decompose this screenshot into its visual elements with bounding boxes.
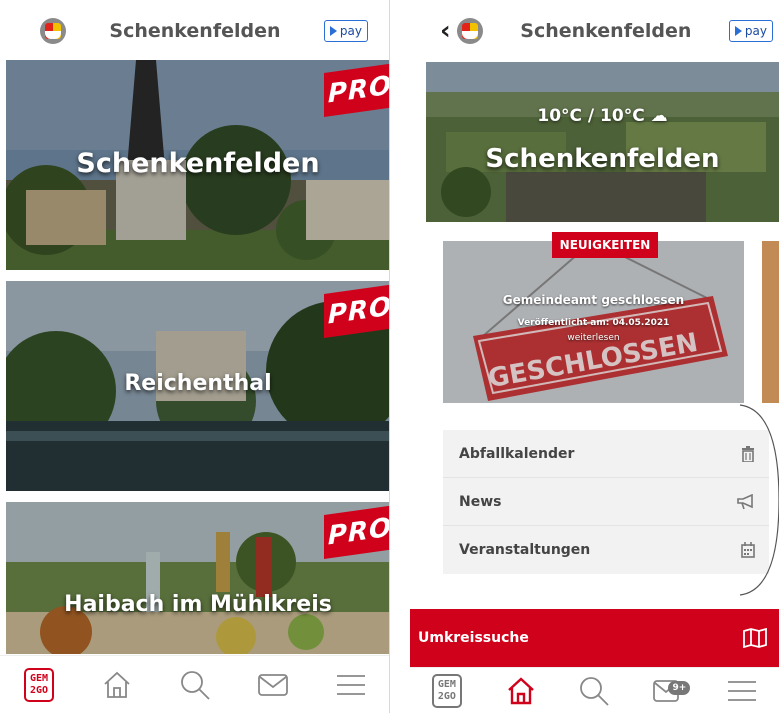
bottom-navigation: GEM 2GO 9+ xyxy=(410,667,779,713)
nav-menu[interactable] xyxy=(722,671,762,711)
read-more-link[interactable]: weiterlesen xyxy=(443,333,744,343)
home-icon xyxy=(104,671,130,698)
community-card-haibach[interactable]: Haibach im Mühlkreis PRO xyxy=(6,502,390,654)
weather-text: 10°C / 10°C ☁ xyxy=(537,106,668,126)
nav-gem2go[interactable]: GEM 2GO xyxy=(19,665,59,705)
map-icon xyxy=(743,628,767,648)
search-icon xyxy=(580,676,610,706)
nav-messages[interactable]: 9+ xyxy=(648,671,691,711)
pro-badge: PRO xyxy=(324,283,390,339)
curve-decoration xyxy=(739,404,779,596)
nav-menu[interactable] xyxy=(331,665,371,705)
link-veranstaltungen[interactable]: Veranstaltungen xyxy=(443,526,769,574)
quick-links-list: Abfallkalender News Veranstaltungen xyxy=(443,430,769,574)
community-name: Schenkenfelden xyxy=(76,148,320,179)
community-name: Haibach im Mühlkreis xyxy=(64,592,332,617)
play-icon xyxy=(734,26,742,36)
aerial-photo xyxy=(426,62,779,222)
nav-messages[interactable] xyxy=(253,665,293,705)
next-news-card-peek[interactable] xyxy=(762,241,779,403)
pro-badge: PRO xyxy=(324,62,390,118)
hamburger-menu-icon xyxy=(728,680,757,701)
app-header: Schenkenfelden pay xyxy=(0,0,390,62)
pay-button[interactable]: pay xyxy=(728,20,773,42)
community-list-screen: Schenkenfelden pay Schenkenfelden PRO Re… xyxy=(0,0,390,713)
hamburger-menu-icon xyxy=(337,674,365,695)
coat-of-arms-icon[interactable] xyxy=(456,18,483,44)
link-news[interactable]: News xyxy=(443,478,769,526)
news-date: Veröffentlicht am: 04.05.2021 xyxy=(517,318,670,328)
bottom-navigation: GEM 2GO xyxy=(0,655,390,713)
app-header: ‹ Schenkenfelden pay xyxy=(410,0,779,62)
gem2go-logo-icon: GEM 2GO xyxy=(24,667,54,702)
gem2go-logo-icon: GEM 2GO xyxy=(431,673,462,708)
nav-search[interactable] xyxy=(175,665,215,705)
nav-home[interactable] xyxy=(97,665,137,705)
back-chevron-icon[interactable]: ‹ xyxy=(440,16,451,46)
coat-of-arms-icon[interactable] xyxy=(40,18,66,44)
page-title: Schenkenfelden xyxy=(109,20,281,42)
community-card-schenkenfelden[interactable]: Schenkenfelden PRO xyxy=(6,60,390,270)
community-card-reichenthal[interactable]: Reichenthal PRO xyxy=(6,281,390,491)
notification-badge: 9+ xyxy=(668,680,691,695)
link-abfallkalender[interactable]: Abfallkalender xyxy=(443,430,769,478)
community-home-screen: ‹ Schenkenfelden pay 10°C / 10°C ☁ Schen… xyxy=(410,0,779,713)
envelope-icon xyxy=(258,673,288,696)
news-category-badge: NEUIGKEITEN xyxy=(552,232,658,258)
pay-button[interactable]: pay xyxy=(323,20,368,42)
hero-banner: 10°C / 10°C ☁ Schenkenfelden xyxy=(426,62,779,222)
pro-badge: PRO xyxy=(324,504,390,560)
radius-search-button[interactable]: Umkreissuche xyxy=(410,609,779,667)
nav-search[interactable] xyxy=(574,671,614,711)
hero-title: Schenkenfelden xyxy=(485,144,720,174)
play-icon xyxy=(329,26,337,36)
search-icon xyxy=(181,670,210,700)
rain-cloud-icon: ☁ xyxy=(650,106,668,126)
community-name: Reichenthal xyxy=(124,371,272,396)
home-icon xyxy=(507,676,534,704)
news-title: Gemeindeamt geschlossen xyxy=(502,293,685,307)
page-title: Schenkenfelden xyxy=(520,20,692,42)
nav-home[interactable] xyxy=(501,671,541,711)
screen-divider xyxy=(389,0,390,713)
nav-gem2go[interactable]: GEM 2GO xyxy=(427,671,467,711)
news-card[interactable]: GESCHLOSSEN Gemeindeamt geschlossen Verö… xyxy=(443,241,744,403)
